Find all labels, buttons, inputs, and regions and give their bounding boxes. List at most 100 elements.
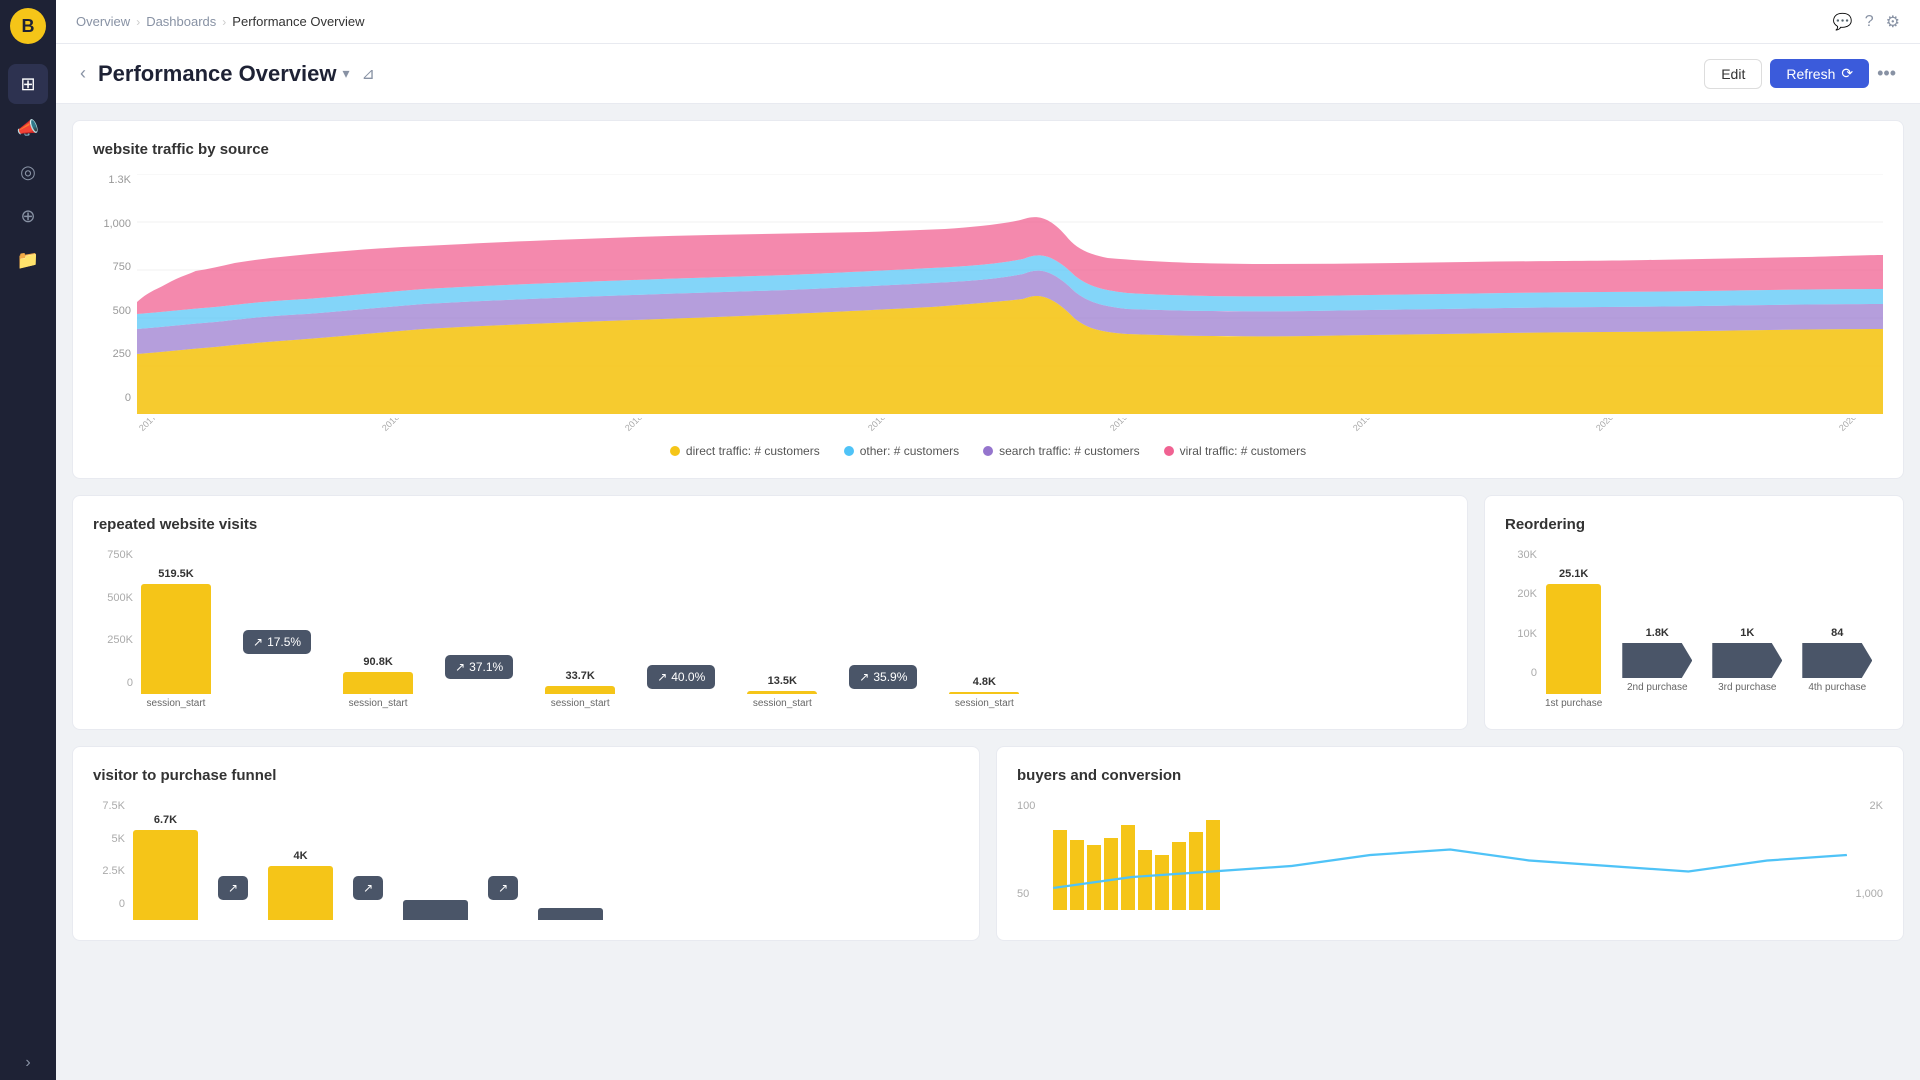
back-button[interactable]: ‹	[80, 63, 86, 84]
headerbar: ‹ Performance Overview ▾ ⊿ Edit Refresh …	[56, 44, 1920, 104]
rv-arrow-2-wrap: ↗ 37.1%	[445, 655, 513, 679]
sidebar-item-analytics[interactable]: ◎	[8, 152, 48, 192]
bc-bar-1	[1053, 830, 1067, 910]
help-icon[interactable]: ?	[1865, 13, 1874, 31]
rv-bar-4	[747, 691, 817, 694]
sidebar-item-dashboard[interactable]: ⊞	[8, 64, 48, 104]
bc-bar-7	[1155, 855, 1169, 910]
vf-bar-1-value: 6.7K	[154, 814, 177, 826]
bc-y-50: 50	[1017, 888, 1045, 900]
arrow-up-icon-4: ↗	[859, 670, 869, 684]
y-label-500: 500	[93, 305, 131, 317]
bc-bar-10	[1206, 820, 1220, 910]
rv-bar-3	[545, 686, 615, 694]
legend-label-other: other: # customers	[860, 444, 959, 458]
filter-button[interactable]: ⊿	[362, 64, 375, 84]
buyers-title: buyers and conversion	[1017, 767, 1883, 784]
refresh-button[interactable]: Refresh ⟳	[1770, 59, 1869, 88]
sidebar-item-campaigns[interactable]: 📣	[8, 108, 48, 148]
vf-bar-3-wrap	[403, 900, 468, 920]
legend-other: other: # customers	[844, 444, 959, 458]
rv-bar-1-label: session_start	[147, 698, 206, 709]
rv-bar-3-wrap: 33.7K session_start	[545, 670, 615, 709]
vf-arrow-2-wrap: ↗	[353, 876, 383, 900]
ro-arrow-2	[1712, 643, 1782, 678]
sidebar-item-data[interactable]: ⊕	[8, 196, 48, 236]
bc-bar-3	[1087, 845, 1101, 910]
bc-bar-2	[1070, 840, 1084, 910]
legend-dot-viral	[1164, 446, 1174, 456]
chat-icon[interactable]: 💬	[1833, 12, 1853, 32]
content-area: website traffic by source 1.3K 1,000 750…	[56, 104, 1920, 1080]
legend-direct: direct traffic: # customers	[670, 444, 820, 458]
ro-arrow-3-label: 4th purchase	[1808, 682, 1866, 693]
funnel-card: visitor to purchase funnel 7.5K 5K 2.5K …	[72, 746, 980, 941]
legend-search: search traffic: # customers	[983, 444, 1140, 458]
settings-icon[interactable]: ⚙	[1886, 12, 1900, 32]
breadcrumb-overview[interactable]: Overview	[76, 14, 130, 29]
rv-arrow-2: ↗ 37.1%	[445, 655, 513, 679]
rv-bar-5-value: 4.8K	[973, 676, 996, 688]
bc-bar-8	[1172, 842, 1186, 910]
x-label-2: 2018-04-10	[380, 418, 420, 433]
ro-arrow-1-wrap: 1.8K 2nd purchase	[1622, 627, 1692, 693]
vf-y-2.5k: 2.5K	[93, 865, 125, 877]
more-options-button[interactable]: •••	[1877, 63, 1896, 84]
bc-yr-2k: 2K	[1851, 800, 1883, 812]
refresh-label: Refresh	[1786, 66, 1835, 82]
rv-bar-4-label: session_start	[753, 698, 812, 709]
refresh-icon: ⟳	[1841, 65, 1853, 82]
bottom-row: visitor to purchase funnel 7.5K 5K 2.5K …	[72, 746, 1904, 941]
middle-row: repeated website visits 750K 500K 250K 0…	[72, 495, 1904, 730]
bc-bar-9	[1189, 832, 1203, 910]
ro-bar-1	[1546, 584, 1601, 694]
vf-y-5k: 5K	[93, 833, 125, 845]
bc-yr-1000: 1,000	[1851, 888, 1883, 900]
ro-y-10k: 10K	[1505, 628, 1537, 640]
ro-arrow-2-wrap: 1K 3rd purchase	[1712, 627, 1782, 693]
header-actions: Edit Refresh ⟳ •••	[1704, 59, 1896, 89]
rv-y-750k: 750K	[93, 549, 133, 561]
sidebar-item-files[interactable]: 📁	[8, 240, 48, 280]
reordering-card: Reordering 30K 20K 10K 0 25.1K	[1484, 495, 1904, 730]
title-dropdown-icon[interactable]: ▾	[342, 65, 349, 82]
arrow-up-icon-3: ↗	[657, 670, 667, 684]
ro-arrow-3	[1802, 643, 1872, 678]
breadcrumb-sep-2: ›	[222, 15, 226, 29]
x-label-4: 2018-12-26	[866, 418, 906, 433]
bc-bar-6	[1138, 850, 1152, 910]
rv-bar-3-value: 33.7K	[566, 670, 595, 682]
ro-arrow-2-label: 3rd purchase	[1718, 682, 1776, 693]
ro-arrow-1-value: 1.8K	[1646, 627, 1669, 639]
breadcrumb-dashboards[interactable]: Dashboards	[146, 14, 216, 29]
vf-arrow: ↗	[218, 876, 248, 900]
traffic-chart-title: website traffic by source	[93, 141, 1883, 158]
ro-arrow-1	[1622, 643, 1692, 678]
vf-arrow-3: ↗	[488, 876, 518, 900]
legend-dot-search	[983, 446, 993, 456]
arrow-up-icon-2: ↗	[455, 660, 465, 674]
ro-y-30k: 30K	[1505, 549, 1537, 561]
ro-y-0: 0	[1505, 667, 1537, 679]
rv-bar-1-wrap: 519.5K session_start	[141, 568, 211, 709]
rv-bar-2-value: 90.8K	[363, 656, 392, 668]
vf-arrow-wrap: ↗	[218, 876, 248, 900]
rv-y-500k: 500K	[93, 592, 133, 604]
vf-bar-4-wrap	[538, 908, 603, 920]
rv-bar-2-label: session_start	[349, 698, 408, 709]
ro-bar-1-wrap: 25.1K 1st purchase	[1545, 568, 1602, 709]
legend-label-viral: viral traffic: # customers	[1180, 444, 1306, 458]
sidebar-expand-btn[interactable]: ›	[25, 1054, 30, 1072]
ro-arrow-3-wrap: 84 4th purchase	[1802, 627, 1872, 693]
bc-y-100: 100	[1017, 800, 1045, 812]
ro-arrow-1-label: 2nd purchase	[1627, 682, 1688, 693]
x-label-6: 2019-09-12	[1351, 418, 1391, 433]
rv-pct-4: 35.9%	[873, 670, 907, 684]
rv-y-250k: 250K	[93, 634, 133, 646]
app-logo[interactable]: B	[10, 8, 46, 44]
rv-pct-1: 17.5%	[267, 635, 301, 649]
buyers-conversion-card: buyers and conversion 100 50 2K 1,000	[996, 746, 1904, 941]
breadcrumb-sep-1: ›	[136, 15, 140, 29]
edit-button[interactable]: Edit	[1704, 59, 1762, 89]
x-label-3: 2018-08-18	[623, 418, 663, 433]
